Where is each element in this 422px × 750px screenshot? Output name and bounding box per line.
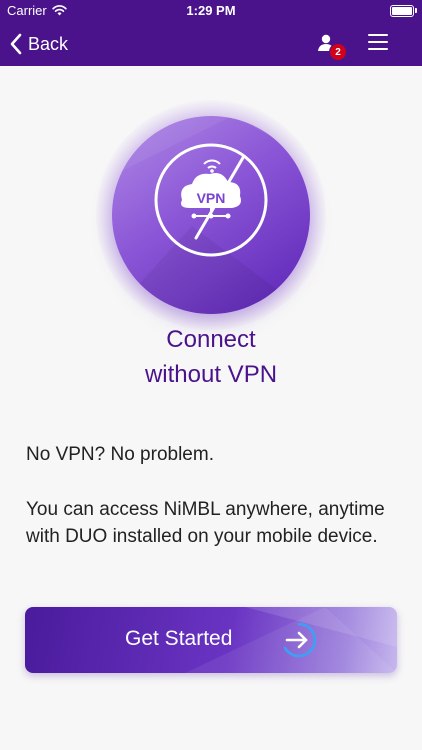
battery-icon bbox=[390, 5, 417, 17]
arrow-right-icon bbox=[283, 622, 317, 658]
hero-circle: VPN bbox=[112, 116, 310, 314]
menu-icon bbox=[368, 48, 388, 51]
chevron-left-icon bbox=[10, 33, 22, 55]
back-button[interactable]: Back bbox=[10, 30, 68, 58]
back-label: Back bbox=[28, 33, 69, 54]
cloud-vpn-label: VPN bbox=[197, 190, 226, 206]
status-time: 1:29 PM bbox=[186, 3, 236, 18]
intro-text: No VPN? No problem. bbox=[26, 444, 214, 465]
get-started-button[interactable]: Get Started bbox=[25, 607, 397, 673]
menu-button[interactable] bbox=[368, 34, 390, 52]
notification-badge: 2 bbox=[329, 43, 347, 61]
profile-button[interactable]: 2 bbox=[314, 30, 347, 61]
title-line-1: Connect bbox=[166, 326, 256, 353]
body-text: You can access NiMBL anywhere, anytime w… bbox=[26, 499, 385, 547]
title-line-2: without VPN bbox=[144, 361, 278, 388]
cloud-vpn-icon: VPN bbox=[181, 159, 241, 219]
top-bar: Carrier 1:29 PM Back 2 bbox=[0, 0, 422, 66]
page-title: Connect without VPN bbox=[0, 322, 422, 392]
menu-icon bbox=[368, 34, 388, 37]
get-started-label: Get Started bbox=[125, 627, 233, 650]
menu-icon bbox=[368, 41, 388, 44]
no-vpn-slash-icon: VPN bbox=[112, 116, 310, 314]
